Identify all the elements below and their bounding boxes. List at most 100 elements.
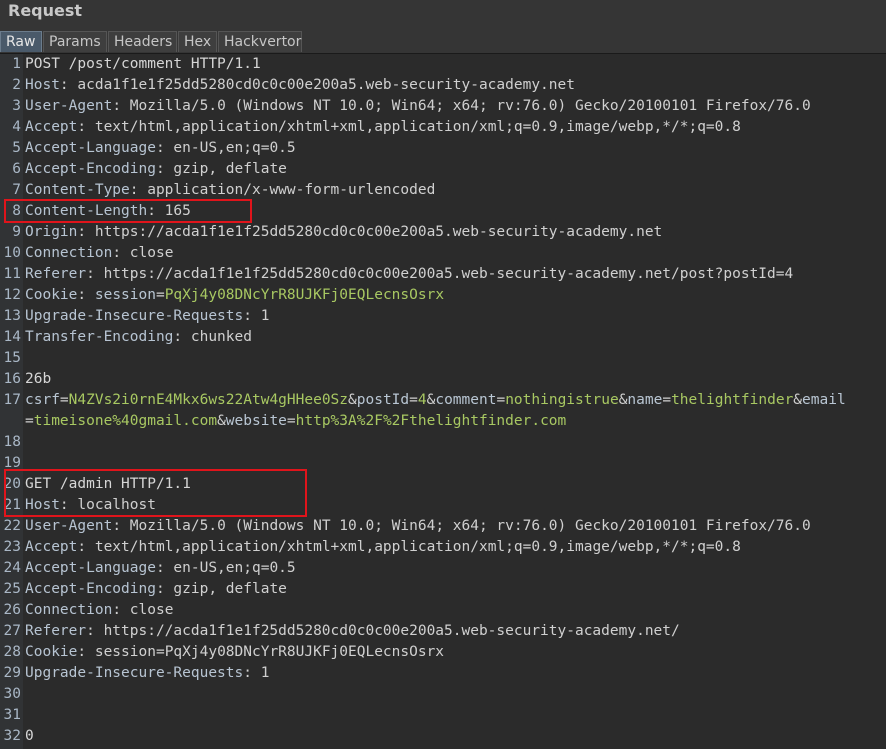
tab-headers[interactable]: Headers — [108, 31, 177, 52]
line-number: 10 — [3, 245, 21, 261]
line-number: 28 — [3, 644, 21, 660]
line-number: 31 — [3, 707, 21, 723]
tab-raw[interactable]: Raw — [0, 31, 42, 52]
line-number: 18 — [3, 434, 21, 450]
line-number: 9 — [12, 224, 21, 240]
request-line: 3 User-Agent: Mozilla/5.0 (Windows NT 10.… — [0, 96, 886, 117]
line-text: Referer: https://acda1f1e1f25dd5280cd0c0… — [25, 264, 793, 285]
line-text: Accept-Encoding: gzip, deflate — [25, 579, 287, 600]
request-line: 10 Connection: close — [0, 243, 886, 264]
token: email — [802, 392, 846, 408]
token: Origin — [25, 224, 78, 240]
token: Referer — [25, 266, 87, 282]
request-line: 4 Accept: text/html,application/xhtml+xml… — [0, 117, 886, 138]
token: Upgrade-Insecure-Requests — [25, 665, 244, 681]
request-line: 12 Cookie: session=PqXj4y08DNcYrR8UJKFj0E… — [0, 285, 886, 306]
token: website — [225, 413, 287, 429]
token: Host — [25, 77, 60, 93]
line-number: 5 — [12, 140, 21, 156]
token: : 1 — [243, 665, 270, 681]
request-line: 8 Content-Length: 165 — [0, 201, 886, 222]
request-line: 19 — [0, 453, 886, 474]
line-number: 12 — [3, 287, 21, 303]
line-number: 19 — [3, 455, 21, 471]
line-text: Connection: close — [25, 600, 173, 621]
token: : https://acda1f1e1f25dd5280cd0c0c00e200… — [77, 224, 663, 240]
token: User-Agent — [25, 98, 113, 114]
request-line: 13 Upgrade-Insecure-Requests: 1 — [0, 306, 886, 327]
tab-hackvertor[interactable]: Hackvertor — [218, 31, 302, 52]
token: Connection — [25, 245, 113, 261]
token: = — [286, 413, 296, 429]
token: = — [662, 392, 672, 408]
token: Connection — [25, 602, 113, 618]
token: 26b — [25, 371, 52, 387]
token: csrf — [25, 392, 60, 408]
line-number: 22 — [3, 518, 21, 534]
request-line: 30 — [0, 684, 886, 705]
line-number: 27 — [3, 623, 21, 639]
token: Content-Length — [25, 203, 148, 219]
token: Accept-Language — [25, 560, 156, 576]
request-line: 18 — [0, 432, 886, 453]
line-number: 32 — [3, 728, 21, 744]
token: session — [94, 287, 156, 303]
line-number: 29 — [3, 665, 21, 681]
token: Accept — [25, 539, 78, 555]
token: Upgrade-Insecure-Requests — [25, 308, 244, 324]
token: : application/x-www-form-urlencoded — [129, 182, 436, 198]
token: N4ZVs2i0rnE4Mkx6ws22Atw4gHHee0Sz — [68, 392, 349, 408]
token: name — [627, 392, 663, 408]
line-number: 26 — [3, 602, 21, 618]
tab-hex[interactable]: Hex — [178, 31, 217, 52]
line-text: Upgrade-Insecure-Requests: 1 — [25, 663, 269, 684]
token: : gzip, deflate — [155, 581, 287, 597]
token: Cookie — [25, 287, 78, 303]
line-number: 21 — [3, 497, 21, 513]
line-text: Host: localhost — [25, 495, 156, 516]
token: & — [217, 413, 226, 429]
request-line: 23 Accept: text/html,application/xhtml+xm… — [0, 537, 886, 558]
request-line: 20 GET /admin HTTP/1.1 — [0, 474, 886, 495]
token: http%3A%2F%2Fthelightfinder.com — [295, 413, 567, 429]
request-line: 32 0 — [0, 726, 886, 747]
request-line: =timeisone%40gmail.com&website=http%3A%2… — [0, 411, 886, 432]
token: : https://acda1f1e1f25dd5280cd0c0c00e200… — [86, 266, 794, 282]
request-line: 26 Connection: close — [0, 600, 886, 621]
token: : 1 — [243, 308, 270, 324]
token: Host — [25, 497, 60, 513]
token: comment — [435, 392, 497, 408]
token: postId — [356, 392, 410, 408]
token: & — [348, 392, 357, 408]
line-number: 30 — [3, 686, 21, 702]
token: Content-Type — [25, 182, 130, 198]
token: : text/html,application/xhtml+xml,applic… — [77, 539, 741, 555]
token: : session=PqXj4y08DNcYrR8UJKFj0EQLecnsOs… — [77, 644, 445, 660]
token: = — [496, 392, 506, 408]
token: thelightfinder — [671, 392, 794, 408]
token: : 165 — [147, 203, 191, 219]
request-editor[interactable]: 1 POST /post/comment HTTP/1.1 2 Host: acda1… — [0, 54, 886, 749]
token: Accept-Language — [25, 140, 156, 156]
request-line: 14 Transfer-Encoding: chunked — [0, 327, 886, 348]
line-number: 16 — [3, 371, 21, 387]
token: : close — [112, 602, 174, 618]
tab-params[interactable]: Params — [43, 31, 107, 52]
token: : chunked — [173, 329, 252, 345]
token: nothingistrue — [505, 392, 619, 408]
line-text: Cookie: session=PqXj4y08DNcYrR8UJKFj0EQL… — [25, 285, 444, 306]
token: 4 — [417, 392, 427, 408]
line-text: Accept: text/html,application/xhtml+xml,… — [25, 537, 741, 558]
request-line: 21 Host: localhost — [0, 495, 886, 516]
token: : Mozilla/5.0 (Windows NT 10.0; Win64; x… — [112, 98, 811, 114]
token: Accept-Encoding — [25, 581, 156, 597]
tab-bar: Raw Params Headers Hex Hackvertor — [0, 28, 886, 54]
line-text: 0 — [25, 726, 34, 747]
token: & — [793, 392, 803, 408]
line-text: POST /post/comment HTTP/1.1 — [25, 54, 261, 75]
request-line: 17 csrf=N4ZVs2i0rnE4Mkx6ws22Atw4gHHee0Sz&… — [0, 390, 886, 411]
token: : — [77, 287, 95, 303]
line-text: csrf=N4ZVs2i0rnE4Mkx6ws22Atw4gHHee0Sz&po… — [25, 390, 846, 411]
line-number: 11 — [3, 266, 21, 282]
token: POST /post/comment HTTP/1.1 — [25, 56, 261, 72]
